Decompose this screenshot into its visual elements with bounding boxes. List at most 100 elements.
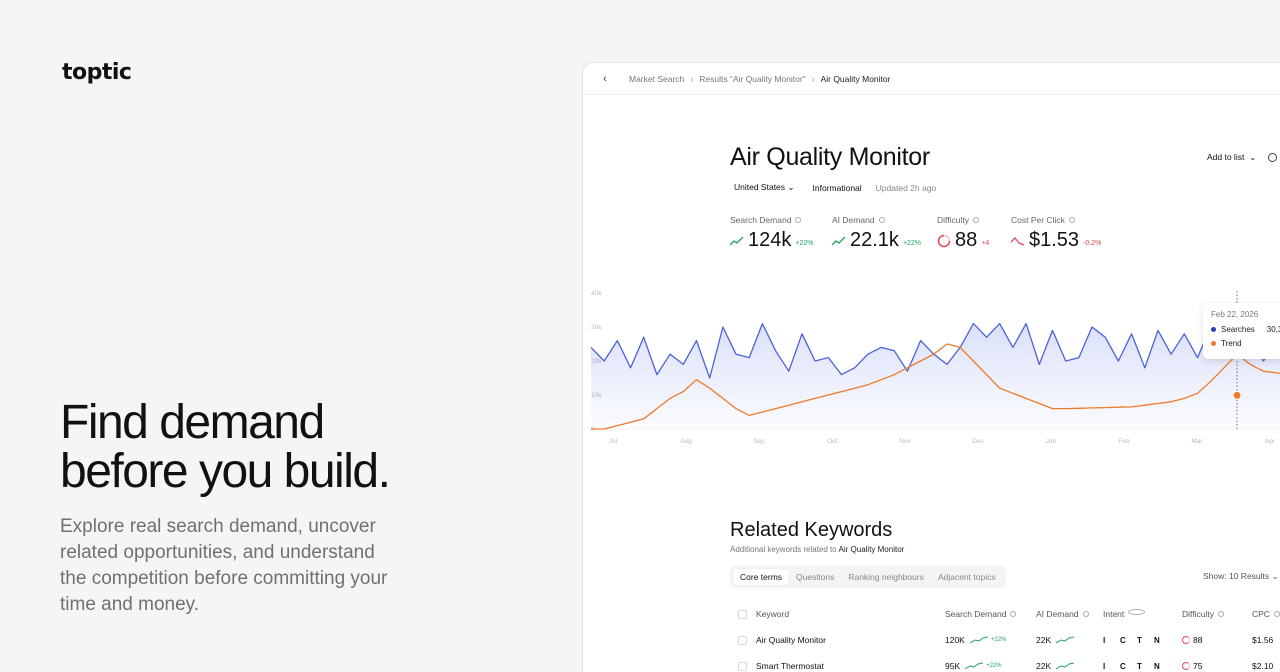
intent-tag: I [1103, 661, 1106, 671]
stat-change: +4 [981, 240, 990, 247]
info-icon [1128, 609, 1146, 615]
info-icon[interactable] [972, 217, 979, 223]
search-demand-value: 120K [945, 635, 965, 645]
stat-label: Cost Per Click [1011, 215, 1065, 225]
column-header[interactable]: Keyword [756, 609, 945, 619]
keywords-table: Keyword Search Demand AI Demand Intent D… [738, 601, 1280, 672]
stat-value: 124k [748, 229, 792, 251]
stat-change: +22% [902, 240, 922, 247]
results-count-label: Show: 10 Results [1203, 571, 1270, 581]
hero-headline-line1: Find demand [60, 396, 325, 449]
results-count-select[interactable]: Show: 10 Results ⌄ [1203, 571, 1279, 582]
tooltip-row-searches: Searches 30,3 [1211, 325, 1280, 334]
x-tick-label: Aug [680, 438, 692, 445]
tooltip-date: Feb 22, 2026 [1211, 310, 1259, 319]
difficulty-cell: 88 [1182, 635, 1252, 645]
chevron-right-icon: › [690, 73, 694, 84]
tab-core-terms[interactable]: Core terms [733, 569, 790, 585]
ai-demand-value: 22K [1036, 661, 1052, 671]
stats-row: Search Demand 124k +22% AI Demand 22.1k … [730, 215, 1121, 252]
sparkline-icon [965, 662, 984, 670]
column-header-search-demand[interactable]: Search Demand [945, 609, 1036, 619]
back-button[interactable]: ‹ [597, 71, 613, 87]
section-subtitle: Additional keywords related to Air Quali… [730, 545, 904, 554]
column-header: AI Demand [1036, 609, 1079, 619]
stat-value: 88 [955, 229, 978, 251]
keyword-cell[interactable]: Air Quality Monitor [756, 635, 945, 645]
tab-adjacent-topics[interactable]: Adjacent topics [931, 569, 1003, 585]
table-header: Keyword Search Demand AI Demand Intent D… [738, 601, 1280, 627]
breadcrumb-item[interactable]: Results “Air Quality Monitor” [699, 74, 805, 84]
select-all-checkbox[interactable] [738, 609, 747, 619]
brand-logo: toptic [62, 60, 132, 85]
search-demand-value: 95K [945, 661, 961, 671]
y-tick-label: 30k [591, 324, 602, 331]
info-icon [1010, 611, 1017, 617]
intent-cell: ICTN [1103, 636, 1182, 645]
column-header-ai-demand[interactable]: AI Demand [1036, 609, 1103, 619]
x-tick-label: Apr [1265, 438, 1276, 445]
tooltip-searches-value: 30,3 [1266, 325, 1280, 334]
x-tick-label: Jan [1046, 438, 1057, 445]
row-checkbox[interactable] [738, 635, 747, 645]
breadcrumb-item[interactable]: Market Search [629, 74, 684, 84]
trend-up-icon [832, 236, 846, 245]
country-value: United States [734, 182, 786, 192]
breadcrumb-current: Air Quality Monitor [820, 73, 891, 84]
stat-change: +22% [795, 240, 814, 247]
difficulty-ring-icon [1182, 636, 1190, 644]
demand-chart[interactable]: 40k30k20k10k0JulAugSepOctNovDecJanFebMar… [583, 285, 1280, 455]
info-icon[interactable] [878, 217, 885, 223]
keyword-cell[interactable]: Smart Thermostat [756, 661, 945, 671]
column-header-cpc[interactable]: CPC [1252, 609, 1280, 619]
section-title: Related Keywords [730, 519, 893, 541]
info-icon[interactable] [795, 217, 802, 223]
page-title: Air Quality Monitor [730, 143, 930, 171]
add-to-list-button[interactable]: Add to list ⌄ [1207, 152, 1278, 162]
difficulty-ring-icon [937, 234, 951, 247]
info-icon [1273, 611, 1280, 617]
x-tick-label: Oct [827, 438, 837, 445]
column-header-intent[interactable]: Intent [1103, 609, 1182, 619]
ai-demand-cell: 22K [1036, 661, 1103, 671]
column-header: Difficulty [1182, 609, 1214, 619]
row-checkbox[interactable] [738, 661, 747, 671]
difficulty-value: 75 [1193, 661, 1203, 671]
info-icon [1217, 611, 1224, 617]
table-row[interactable]: Air Quality Monitor 120K +22% 22K I C T N 88… [738, 627, 1280, 653]
search-demand-cell: 95K +22% [945, 661, 1036, 671]
tab-questions[interactable]: Questions [789, 569, 841, 585]
intent-tag: T [1137, 661, 1142, 671]
search-demand-cell: 120K +22% [945, 635, 1036, 645]
sparkline-icon [969, 636, 988, 644]
intent-tag: C [1120, 635, 1126, 645]
tab-ranking-neighbours[interactable]: Ranking neighbours [841, 569, 931, 585]
intent-badge: Informational [812, 182, 862, 193]
hero-body: Explore real search demand, uncover rela… [60, 516, 388, 615]
stat-cpc: Cost Per Click $1.53 -0.2% [1011, 215, 1121, 252]
stat-label: AI Demand [832, 215, 875, 225]
hero-headline: Find demand before you build. [60, 398, 540, 496]
country-select[interactable]: United States ⌄ [734, 182, 795, 193]
chevron-down-icon: ⌄ [1249, 152, 1257, 162]
column-header: Search Demand [945, 609, 1007, 619]
stat-change: -0.2% [1083, 240, 1102, 247]
cpc-cell: $2.10 [1252, 661, 1274, 671]
stat-label: Search Demand [730, 215, 792, 225]
x-tick-label: Feb [1118, 438, 1130, 445]
column-header-difficulty[interactable]: Difficulty [1182, 609, 1252, 619]
x-tick-label: Sep [753, 438, 765, 445]
stat-ai-demand: AI Demand 22.1k +22% [832, 215, 937, 252]
ai-demand-cell: 22K [1036, 635, 1103, 645]
info-icon [1082, 611, 1089, 617]
stat-value: $1.53 [1029, 229, 1080, 251]
table-row[interactable]: Smart Thermostat 95K +22% 22K I C T N 75 $2.… [738, 653, 1280, 672]
stat-value: 22.1k [850, 229, 899, 251]
hero-headline-line2: before you build. [60, 445, 391, 498]
difficulty-ring-icon [1182, 662, 1190, 670]
more-icon[interactable] [1268, 152, 1278, 162]
searches-area [591, 323, 1280, 429]
info-icon[interactable] [1068, 217, 1075, 223]
trend-up-icon [730, 236, 744, 245]
hover-point-trend [1232, 390, 1242, 400]
